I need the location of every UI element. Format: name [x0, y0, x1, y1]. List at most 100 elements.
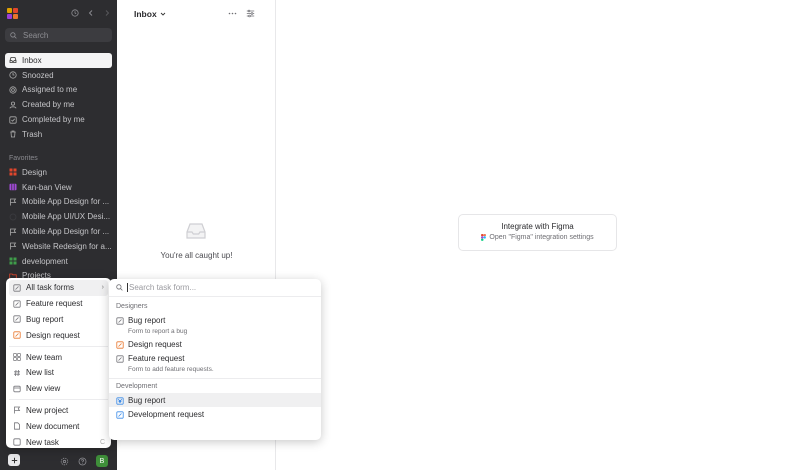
menu-item-new-view[interactable]: New view — [9, 381, 108, 397]
create-menu: All task forms › Feature request Bug rep… — [6, 278, 111, 448]
sidebar-item-label: Created by me — [22, 100, 75, 110]
menu-item-label: Bug report — [26, 314, 64, 324]
integration-settings-link[interactable]: Open "Figma" integration settings — [459, 234, 616, 241]
form-item-label: Development request — [128, 410, 205, 419]
sidebar-item-trash[interactable]: Trash — [5, 127, 112, 142]
favorite-item-label: Kan-ban View — [22, 182, 72, 192]
menu-item-label: Feature request — [26, 299, 83, 309]
form-item-design-request[interactable]: Design request — [109, 337, 321, 351]
form-icon — [13, 315, 21, 324]
inbox-title-dropdown[interactable]: Inbox — [134, 9, 166, 19]
menu-divider — [9, 399, 108, 401]
back-arrow-icon[interactable] — [86, 8, 96, 18]
menu-item-new-team[interactable]: New team — [9, 349, 108, 365]
form-item-bug-report[interactable]: Bug report Form to report a bug — [109, 313, 321, 337]
sidebar-bottom-bar: B — [0, 450, 117, 470]
integration-link-text: Open "Figma" integration settings — [489, 234, 594, 241]
more-icon[interactable] — [228, 9, 237, 18]
menu-item-feature-request[interactable]: Feature request — [9, 296, 108, 312]
group-heading-development: Development — [116, 383, 158, 390]
sidebar-item-label: Snoozed — [22, 70, 54, 80]
trash-icon — [9, 130, 17, 138]
sidebar-search[interactable]: Search — [5, 28, 112, 42]
form-item-label: Feature request — [128, 354, 185, 363]
menu-item-all-task-forms[interactable]: All task forms › — [9, 280, 108, 296]
favorite-item-label: Website Redesign for a... — [22, 241, 112, 251]
sidebar-item-inbox[interactable]: Inbox — [5, 53, 112, 68]
inbox-actions — [228, 9, 255, 18]
menu-item-label: Design request — [26, 330, 80, 340]
sidebar-item-created[interactable]: Created by me — [5, 97, 112, 112]
favorite-item-project-2[interactable]: Mobile App UI/UX Desi... — [5, 209, 112, 224]
bottom-icons: B — [60, 455, 108, 467]
form-item-feature-request[interactable]: Feature request Form to add feature requ… — [109, 351, 321, 375]
sidebar-item-snoozed[interactable]: Snoozed — [5, 68, 112, 83]
menu-item-bug-report[interactable]: Bug report — [9, 312, 108, 328]
flag-icon — [9, 242, 17, 250]
menu-item-new-document[interactable]: New document — [9, 418, 108, 434]
form-item-development-request[interactable]: Development request — [109, 407, 321, 421]
form-icon — [13, 331, 21, 339]
history-icon[interactable] — [70, 8, 80, 18]
favorites-heading: Favorites — [9, 155, 38, 162]
task-form-search-input[interactable]: Search task form... — [109, 279, 321, 297]
hash-icon — [13, 369, 21, 377]
grid-icon — [9, 257, 17, 265]
sidebar-item-assigned[interactable]: Assigned to me — [5, 83, 112, 98]
form-icon — [13, 284, 21, 292]
menu-item-label: New document — [26, 421, 80, 431]
empty-state-text: You're all caught up! — [160, 251, 233, 260]
menu-item-label: New task — [26, 437, 59, 447]
app-logo-icon[interactable] — [7, 8, 18, 19]
sidebar-item-label: Assigned to me — [22, 85, 78, 95]
clock-icon — [9, 71, 17, 79]
create-new-button[interactable] — [8, 454, 20, 466]
help-icon[interactable] — [78, 457, 87, 466]
bug-form-icon — [116, 397, 124, 405]
menu-item-new-list[interactable]: New list — [9, 365, 108, 381]
forward-arrow-icon[interactable] — [102, 8, 112, 18]
chevron-right-icon: › — [101, 284, 104, 292]
group-heading-designers: Designers — [116, 303, 148, 310]
form-icon — [116, 355, 124, 363]
sidebar-top-icons — [70, 8, 112, 18]
favorite-item-development[interactable]: development — [5, 254, 112, 269]
integration-card[interactable]: Integrate with Figma Open "Figma" integr… — [458, 214, 617, 251]
form-item-dev-bug-report[interactable]: Bug report — [109, 393, 321, 407]
circle-icon — [9, 213, 17, 221]
favorite-item-label: Mobile App Design for ... — [22, 197, 110, 207]
menu-item-design-request[interactable]: Design request — [9, 327, 108, 343]
document-icon — [13, 422, 21, 430]
form-item-label: Bug report — [128, 316, 166, 325]
form-item-label: Bug report — [128, 396, 166, 405]
keyboard-shortcut: C — [99, 438, 105, 446]
favorite-item-project-4[interactable]: Website Redesign for a... — [5, 239, 112, 254]
form-item-description: Form to add feature requests. — [128, 366, 214, 373]
board-icon — [9, 183, 17, 191]
menu-item-label: New view — [26, 384, 61, 394]
settings-icon[interactable] — [60, 457, 69, 466]
search-icon — [10, 31, 17, 39]
sidebar-item-completed[interactable]: Completed by me — [5, 112, 112, 127]
search-placeholder: Search — [23, 30, 49, 40]
avatar[interactable]: B — [96, 455, 108, 467]
page-title: Inbox — [134, 9, 157, 19]
menu-item-label: All task forms — [26, 283, 75, 293]
search-icon — [116, 284, 123, 291]
grid-icon — [9, 168, 17, 176]
flag-icon — [9, 198, 17, 206]
filter-settings-icon[interactable] — [246, 9, 255, 18]
empty-inbox-icon — [186, 223, 206, 239]
favorite-item-kanban[interactable]: Kan-ban View — [5, 180, 112, 195]
favorite-item-project-3[interactable]: Mobile App Design for ... — [5, 224, 112, 239]
form-icon — [116, 411, 124, 419]
main-content: Integrate with Figma Open "Figma" integr… — [276, 0, 800, 470]
integration-title: Integrate with Figma — [501, 222, 574, 231]
menu-item-new-project[interactable]: New project — [9, 403, 108, 419]
view-icon — [13, 385, 21, 393]
favorite-item-design[interactable]: Design — [5, 165, 112, 180]
menu-divider — [9, 345, 108, 347]
form-item-description: Form to report a bug — [128, 328, 188, 335]
favorite-item-project-1[interactable]: Mobile App Design for ... — [5, 195, 112, 210]
menu-item-new-task[interactable]: New task C — [9, 434, 108, 450]
